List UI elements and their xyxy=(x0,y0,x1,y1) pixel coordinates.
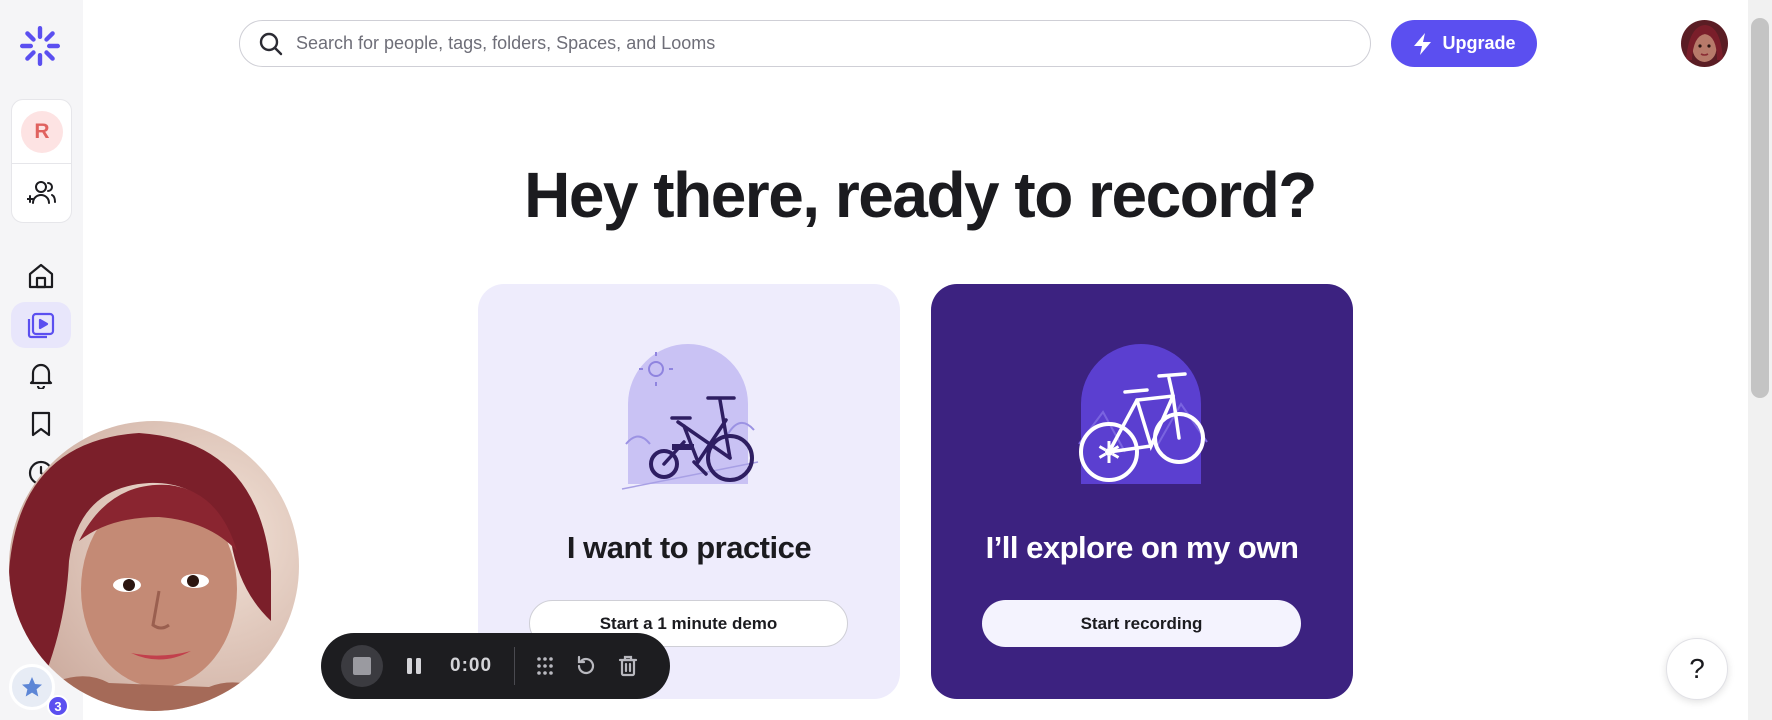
stop-icon xyxy=(353,657,371,675)
webcam-bubble[interactable] xyxy=(9,421,299,711)
loom-home: R Search for people, tags, folders, Spac… xyxy=(0,0,1772,720)
bookmark-icon[interactable] xyxy=(24,407,58,441)
dots-grid-icon xyxy=(537,657,553,675)
controls-divider xyxy=(514,647,515,685)
search-input[interactable] xyxy=(296,33,1346,54)
workspace-switcher: R xyxy=(11,99,72,223)
restart-button[interactable] xyxy=(572,652,600,680)
explore-card[interactable]: I’ll explore on my own Start recording xyxy=(931,284,1353,699)
upgrade-label: Upgrade xyxy=(1442,33,1516,53)
notification-count-badge: 3 xyxy=(47,695,69,717)
recording-controls: 0:00 xyxy=(321,633,670,699)
library-icon[interactable] xyxy=(11,302,71,348)
pause-icon xyxy=(407,658,421,674)
trash-icon xyxy=(618,655,638,677)
practice-card-title: I want to practice xyxy=(566,530,812,565)
explore-card-title: I’ll explore on my own xyxy=(985,530,1299,565)
loom-logo-icon[interactable] xyxy=(18,24,62,68)
bike-illustration-icon xyxy=(1078,344,1208,484)
lightning-icon xyxy=(1414,32,1432,55)
workspace-divider xyxy=(12,163,71,164)
user-avatar[interactable] xyxy=(1681,20,1728,67)
workspace-avatar[interactable]: R xyxy=(21,111,63,153)
search-bar[interactable] xyxy=(239,20,1371,67)
page-title: Hey there, ready to record? xyxy=(524,159,1317,231)
scrollbar[interactable] xyxy=(1748,0,1772,720)
notifications-bell-icon[interactable] xyxy=(24,358,58,392)
recording-timer: 0:00 xyxy=(450,655,493,676)
scrollbar-thumb[interactable] xyxy=(1751,18,1769,398)
start-recording-button[interactable]: Start recording xyxy=(982,600,1301,647)
stop-recording-button[interactable] xyxy=(341,645,383,687)
kids-bike-illustration-icon xyxy=(621,344,759,490)
home-icon[interactable] xyxy=(24,259,58,293)
help-button[interactable]: ? xyxy=(1666,638,1728,700)
drawing-tools-button[interactable] xyxy=(531,652,559,680)
add-member-icon[interactable] xyxy=(26,178,57,208)
restart-icon xyxy=(577,655,595,675)
search-icon xyxy=(259,32,283,55)
upgrade-button[interactable]: Upgrade xyxy=(1391,20,1537,67)
webcam-feed xyxy=(9,421,299,711)
delete-recording-button[interactable] xyxy=(614,652,642,680)
pause-button[interactable] xyxy=(400,652,428,680)
